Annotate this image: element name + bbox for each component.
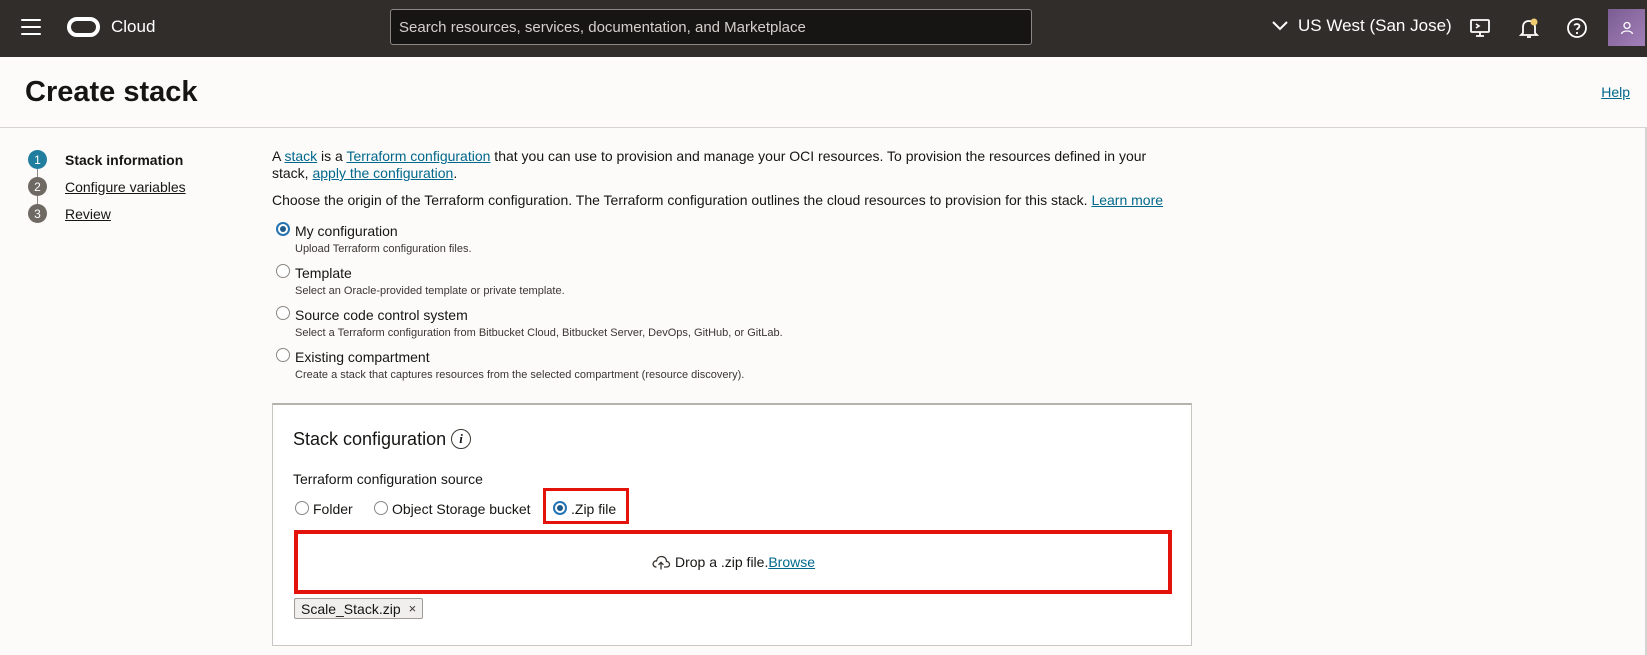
option-description: Create a stack that captures resources f…: [295, 369, 745, 381]
top-navigation-bar: Cloud Search resources, services, docume…: [0, 0, 1647, 57]
option-title[interactable]: Existing compartment: [295, 349, 430, 365]
radio-existing-compartment[interactable]: [276, 348, 290, 362]
region-selector[interactable]: US West (San Jose): [1272, 16, 1452, 36]
header-divider: [0, 127, 1647, 128]
info-icon[interactable]: i: [451, 429, 471, 449]
zip-dropzone[interactable]: Drop a .zip file. Browse: [294, 530, 1172, 594]
browse-link[interactable]: Browse: [768, 554, 815, 570]
step-number: 1: [28, 150, 47, 169]
stack-link[interactable]: stack: [284, 148, 317, 164]
menu-icon[interactable]: [21, 19, 41, 35]
radio-source-code-control[interactable]: [276, 306, 290, 320]
radio-object-storage-bucket[interactable]: [374, 501, 388, 515]
terraform-configuration-link[interactable]: Terraform configuration: [346, 148, 490, 164]
oracle-logo[interactable]: [67, 17, 100, 37]
step-stack-information[interactable]: 1 Stack information: [28, 150, 183, 169]
step-review[interactable]: 3 Review: [28, 204, 111, 223]
source-option-label[interactable]: .Zip file: [571, 501, 616, 517]
panel-title: Stack configuration: [293, 429, 447, 449]
option-title[interactable]: Template: [295, 265, 352, 281]
source-label: Terraform configuration source: [293, 471, 483, 487]
cloud-shell-icon[interactable]: [1468, 16, 1492, 40]
intro-text: .: [453, 165, 458, 181]
option-description: Upload Terraform configuration files.: [295, 243, 472, 255]
page-title: Create stack: [25, 76, 198, 108]
bell-icon[interactable]: [1517, 16, 1541, 40]
brand-name[interactable]: Cloud: [111, 17, 155, 37]
radio-my-configuration[interactable]: [276, 222, 290, 236]
region-label: US West (San Jose): [1298, 16, 1452, 35]
user-icon[interactable]: [1608, 9, 1645, 46]
option-title[interactable]: My configuration: [295, 223, 398, 239]
stack-configuration-panel: Stack configuration i Terraform configur…: [272, 403, 1192, 646]
intro-text: is a: [317, 148, 347, 164]
remove-file-icon[interactable]: ×: [409, 601, 417, 616]
radio-zip-file[interactable]: [553, 501, 567, 515]
step-configure-variables[interactable]: 2 Configure variables: [28, 177, 186, 196]
step-number: 2: [28, 177, 47, 196]
help-icon[interactable]: [1565, 16, 1589, 40]
origin-description: Choose the origin of the Terraform confi…: [272, 192, 1172, 209]
help-link[interactable]: Help: [1601, 84, 1630, 100]
source-option-label[interactable]: Folder: [313, 501, 353, 517]
source-option-label[interactable]: Object Storage bucket: [392, 501, 531, 517]
intro-text: A: [272, 148, 285, 164]
file-chip: Scale_Stack.zip ×: [294, 598, 424, 619]
drop-text: Drop a .zip file.: [674, 554, 769, 570]
option-description: Select an Oracle-provided template or pr…: [295, 285, 565, 297]
origin-text: Choose the origin of the Terraform confi…: [272, 192, 1092, 208]
chevron-down-icon: [1272, 21, 1288, 31]
option-title[interactable]: Source code control system: [295, 307, 468, 323]
radio-folder[interactable]: [295, 501, 309, 515]
upload-cloud-icon: [652, 555, 671, 570]
learn-more-link[interactable]: Learn more: [1091, 192, 1163, 208]
step-label: Review: [65, 205, 111, 222]
file-name: Scale_Stack.zip: [301, 600, 401, 617]
radio-template[interactable]: [276, 264, 290, 278]
step-number: 3: [28, 204, 47, 223]
stack-intro: A stack is a Terraform configuration tha…: [272, 148, 1172, 182]
search-input[interactable]: Search resources, services, documentatio…: [390, 9, 1032, 45]
step-label: Stack information: [65, 151, 184, 168]
option-description: Select a Terraform configuration from Bi…: [295, 327, 783, 339]
apply-configuration-link[interactable]: apply the configuration: [312, 165, 453, 181]
step-label: Configure variables: [65, 178, 186, 195]
